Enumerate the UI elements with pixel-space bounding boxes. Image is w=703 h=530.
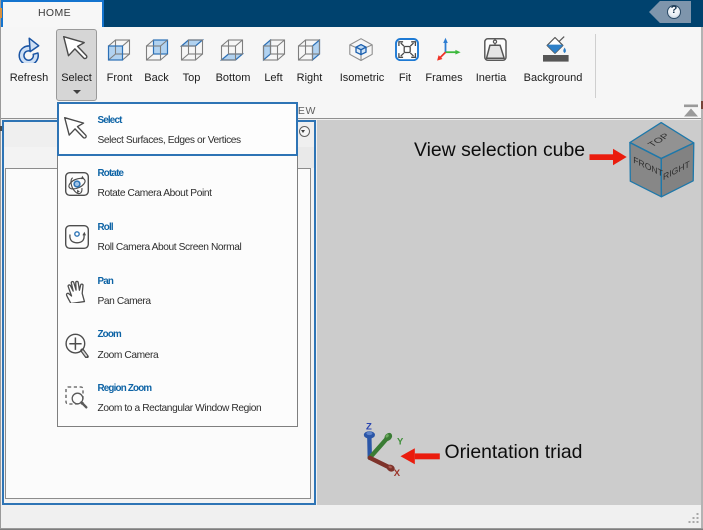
svg-text:X: X [394,468,401,479]
svg-text:Z: Z [366,421,372,432]
svg-text:Y: Y [397,436,404,447]
